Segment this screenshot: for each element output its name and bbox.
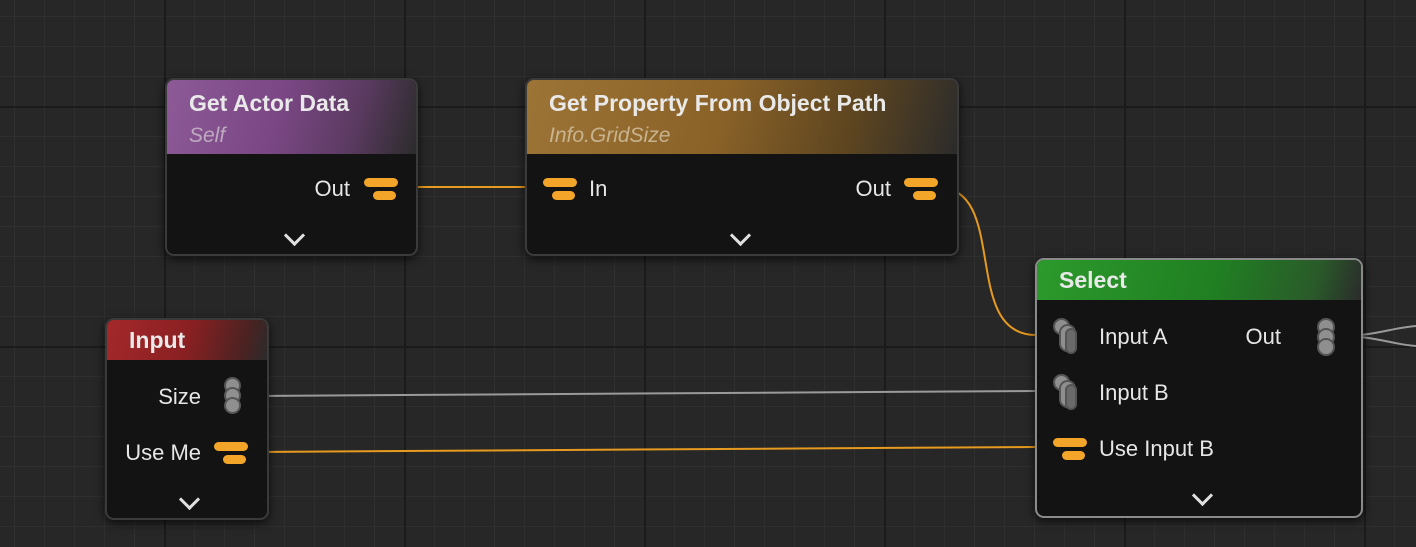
input-node[interactable]: Input Size Use Me <box>105 318 269 520</box>
node-header[interactable]: Input <box>107 320 267 360</box>
multi-value-pin-icon[interactable] <box>220 377 250 415</box>
select-node[interactable]: Select Input A Out Input B Use Input B <box>1035 258 1363 518</box>
node-title: Get Property From Object Path <box>549 90 887 116</box>
boolean-pin-icon[interactable] <box>214 440 248 466</box>
size-pin-label: Size <box>158 384 201 409</box>
wire-useme-to-select-use-input-b[interactable] <box>245 446 1037 453</box>
chevron-down-icon[interactable] <box>283 224 306 247</box>
boolean-pin-icon[interactable] <box>1053 436 1087 462</box>
chevron-down-icon[interactable] <box>729 224 752 247</box>
use-me-pin-label: Use Me <box>125 440 201 465</box>
input-a-pin-label: Input A <box>1099 324 1168 349</box>
wire-size-to-select-input-b[interactable] <box>245 390 1037 397</box>
node-header[interactable]: Get Actor Data Self <box>167 80 416 154</box>
boolean-pin-icon[interactable] <box>364 176 398 202</box>
node-subtitle: Info.GridSize <box>549 124 671 147</box>
node-header[interactable]: Get Property From Object Path Info.GridS… <box>527 80 957 154</box>
multi-value-pin-icon[interactable] <box>1053 374 1083 412</box>
boolean-pin-icon[interactable] <box>543 176 577 202</box>
node-title: Input <box>129 327 186 353</box>
multi-value-pin-icon[interactable] <box>1053 318 1083 356</box>
node-header[interactable]: Select <box>1037 260 1361 300</box>
get-property-node[interactable]: Get Property From Object Path Info.GridS… <box>525 78 959 256</box>
multi-value-pin-icon[interactable] <box>1317 318 1347 356</box>
chevron-down-icon[interactable] <box>178 488 201 511</box>
node-title: Select <box>1059 267 1127 293</box>
boolean-pin-icon[interactable] <box>904 176 938 202</box>
use-input-b-pin-label: Use Input B <box>1099 436 1214 461</box>
out-pin-label: Out <box>314 176 350 201</box>
input-b-pin-label: Input B <box>1099 380 1169 405</box>
out-pin-label: Out <box>855 176 891 201</box>
node-subtitle: Self <box>189 124 226 147</box>
chevron-down-icon[interactable] <box>1191 484 1214 507</box>
out-pin-label: Out <box>1245 324 1281 349</box>
get-actor-data-node[interactable]: Get Actor Data Self Out <box>165 78 418 256</box>
in-pin-label: In <box>589 176 608 201</box>
node-title: Get Actor Data <box>189 90 350 116</box>
